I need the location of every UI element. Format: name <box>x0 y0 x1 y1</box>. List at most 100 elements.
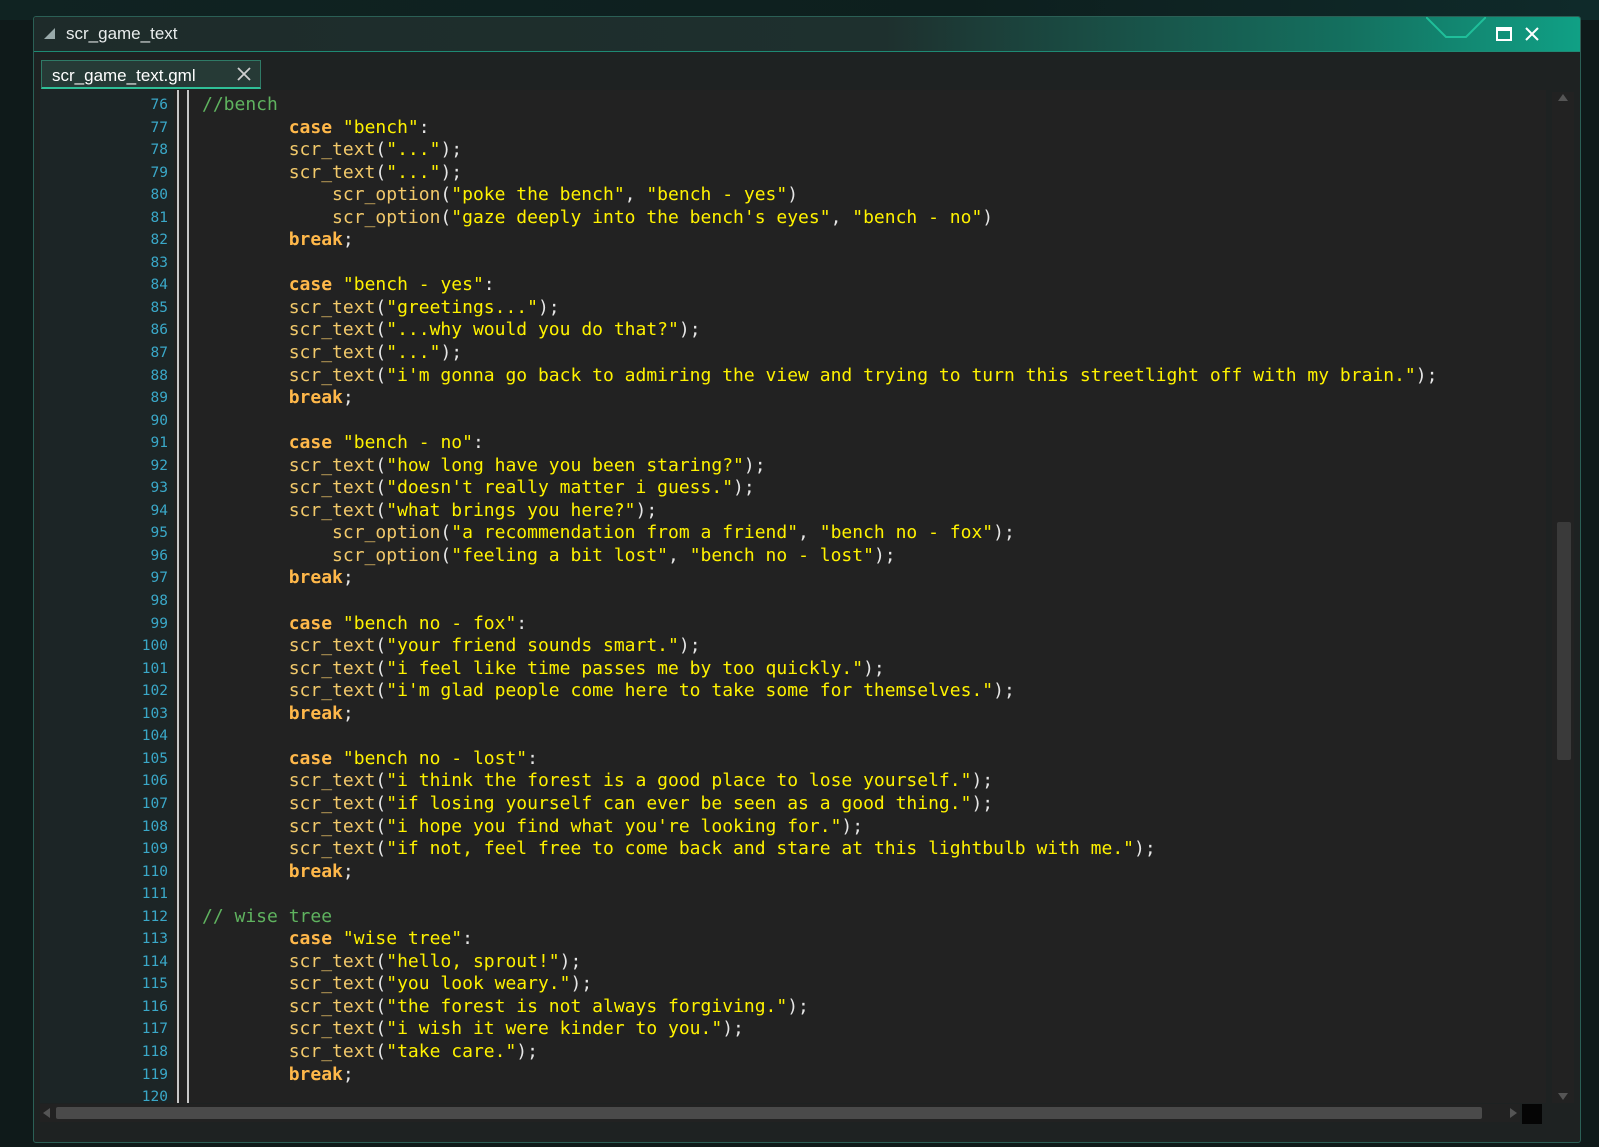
code-text: case "bench - yes": <box>202 274 495 297</box>
code-line[interactable]: 108 scr_text("i hope you find what you'r… <box>40 816 1546 839</box>
code-line[interactable]: 113 case "wise tree": <box>40 928 1546 951</box>
close-icon[interactable] <box>1522 24 1542 44</box>
code-line[interactable]: 87 scr_text("..."); <box>40 342 1546 365</box>
code-line[interactable]: 116 scr_text("the forest is not always f… <box>40 996 1546 1019</box>
code-line[interactable]: 85 scr_text("greetings..."); <box>40 297 1546 320</box>
scroll-right-arrow-icon[interactable] <box>1510 1108 1517 1118</box>
code-line[interactable]: 80 scr_option("poke the bench", "bench -… <box>40 184 1546 207</box>
code-line[interactable]: 104 <box>40 725 1546 748</box>
code-function: scr_text <box>288 454 376 476</box>
line-number-text: 100 <box>141 638 168 655</box>
code-string: "bench no - fox" <box>819 522 994 544</box>
code-line[interactable]: 86 scr_text("...why would you do that?")… <box>40 319 1546 342</box>
resize-grip-icon[interactable] <box>44 28 55 39</box>
code-line[interactable]: 98 <box>40 590 1546 613</box>
code-line[interactable]: 109 scr_text("if not, feel free to come … <box>40 838 1546 861</box>
code-line[interactable]: 103 break; <box>40 703 1546 726</box>
code-string: "poke the bench" <box>451 184 625 206</box>
code-punctuation: ( <box>440 544 452 566</box>
code-line[interactable]: 119 break; <box>40 1064 1546 1087</box>
code-line[interactable]: 78 scr_text("..."); <box>40 139 1546 162</box>
code-punctuation: ); <box>971 792 994 814</box>
code-line[interactable]: 79 scr_text("..."); <box>40 162 1546 185</box>
code-text: scr_text("i'm glad people come here to t… <box>202 680 1015 703</box>
code-line[interactable]: 106 scr_text("i think the forest is a go… <box>40 770 1546 793</box>
line-number-text: 110 <box>141 863 168 880</box>
code-function: scr_text <box>288 161 376 183</box>
line-number-text: 102 <box>141 683 168 700</box>
code-line[interactable]: 84 case "bench - yes": <box>40 274 1546 297</box>
code-line[interactable]: 112 // wise tree <box>40 906 1546 929</box>
code-line[interactable]: 82 break; <box>40 229 1546 252</box>
code-line[interactable]: 96 scr_option("feeling a bit lost", "ben… <box>40 545 1546 568</box>
code-line[interactable]: 101 scr_text("i feel like time passes me… <box>40 658 1546 681</box>
code-text: case "wise tree": <box>202 928 473 951</box>
code-punctuation: ); <box>993 680 1015 702</box>
line-number: 111 <box>40 883 168 906</box>
horizontal-scroll-thumb[interactable] <box>56 1107 1482 1119</box>
code-function: scr_text <box>288 838 376 860</box>
vertical-scrollbar[interactable] <box>1552 92 1574 1103</box>
line-number: 104 <box>40 725 168 748</box>
code-line[interactable]: 83 <box>40 252 1546 275</box>
code-line[interactable]: 97 break; <box>40 567 1546 590</box>
window-titlebar[interactable]: scr_game_text <box>34 17 1580 52</box>
code-line[interactable]: 77 case "bench": <box>40 117 1546 140</box>
code-line[interactable]: 88 scr_text("i'm gonna go back to admiri… <box>40 365 1546 388</box>
scroll-left-arrow-icon[interactable] <box>43 1108 50 1118</box>
code-punctuation: ( <box>375 973 387 995</box>
maximize-icon[interactable] <box>1494 24 1514 44</box>
line-number-text: 119 <box>141 1066 168 1083</box>
code-punctuation: ); <box>841 815 864 837</box>
tab-scr-game-text[interactable]: scr_game_text.gml <box>41 60 261 89</box>
code-line[interactable]: 95 scr_option("a recommendation from a f… <box>40 522 1546 545</box>
code-line[interactable]: 111 <box>40 883 1546 906</box>
vertical-scroll-thumb[interactable] <box>1557 522 1571 760</box>
code-line[interactable]: 90 <box>40 410 1546 433</box>
code-editor[interactable]: 76//bench 77 case "bench": 78 scr_text("..… <box>40 90 1546 1103</box>
code-line[interactable]: 92 scr_text("how long have you been star… <box>40 455 1546 478</box>
code-line[interactable]: 89 break; <box>40 387 1546 410</box>
code-line[interactable]: 107 scr_text("if losing yourself can eve… <box>40 793 1546 816</box>
code-string: "i'm gonna go back to admiring the view … <box>386 364 1416 386</box>
code-line[interactable]: 105 case "bench no - lost": <box>40 748 1546 771</box>
code-text: scr_text("...why would you do that?"); <box>202 319 701 342</box>
code-line[interactable]: 91 case "bench - no": <box>40 432 1546 455</box>
code-keyword: break <box>288 1063 343 1085</box>
code-line[interactable]: 99 case "bench no - fox": <box>40 613 1546 636</box>
code-line[interactable]: 117 scr_text("i wish it were kinder to y… <box>40 1018 1546 1041</box>
code-punctuation: ); <box>440 161 463 183</box>
code-punctuation: ); <box>537 296 560 318</box>
code-line[interactable]: 93 scr_text("doesn't really matter i gue… <box>40 477 1546 500</box>
horizontal-scrollbar[interactable] <box>40 1104 1520 1122</box>
code-lines[interactable]: 76//bench 77 case "bench": 78 scr_text("..… <box>40 94 1546 1103</box>
code-line[interactable]: 120 <box>40 1086 1546 1103</box>
code-string: "what brings you here?" <box>386 499 636 521</box>
code-line[interactable]: 118 scr_text("take care."); <box>40 1041 1546 1064</box>
line-number-text: 96 <box>150 547 168 564</box>
code-line[interactable]: 76 //bench <box>40 94 1546 117</box>
code-punctuation: ( <box>375 995 387 1017</box>
scroll-down-arrow-icon[interactable] <box>1558 1093 1568 1100</box>
code-string: "..." <box>386 161 441 183</box>
code-line[interactable]: 115 scr_text("you look weary."); <box>40 973 1546 996</box>
scroll-up-arrow-icon[interactable] <box>1558 94 1568 101</box>
code-line[interactable]: 110 break; <box>40 861 1546 884</box>
code-line[interactable]: 102 scr_text("i'm glad people come here … <box>40 680 1546 703</box>
code-line[interactable]: 81 scr_option("gaze deeply into the benc… <box>40 207 1546 230</box>
code-punctuation: ; <box>342 860 354 882</box>
code-line[interactable]: 114 scr_text("hello, sprout!"); <box>40 951 1546 974</box>
code-text: break; <box>202 861 354 884</box>
code-line[interactable]: 94 scr_text("what brings you here?"); <box>40 500 1546 523</box>
code-string: "how long have you been staring?" <box>386 454 744 476</box>
line-number-text: 82 <box>150 232 168 249</box>
code-line[interactable]: 100 scr_text("your friend sounds smart."… <box>40 635 1546 658</box>
tab-close-icon[interactable] <box>236 66 252 82</box>
